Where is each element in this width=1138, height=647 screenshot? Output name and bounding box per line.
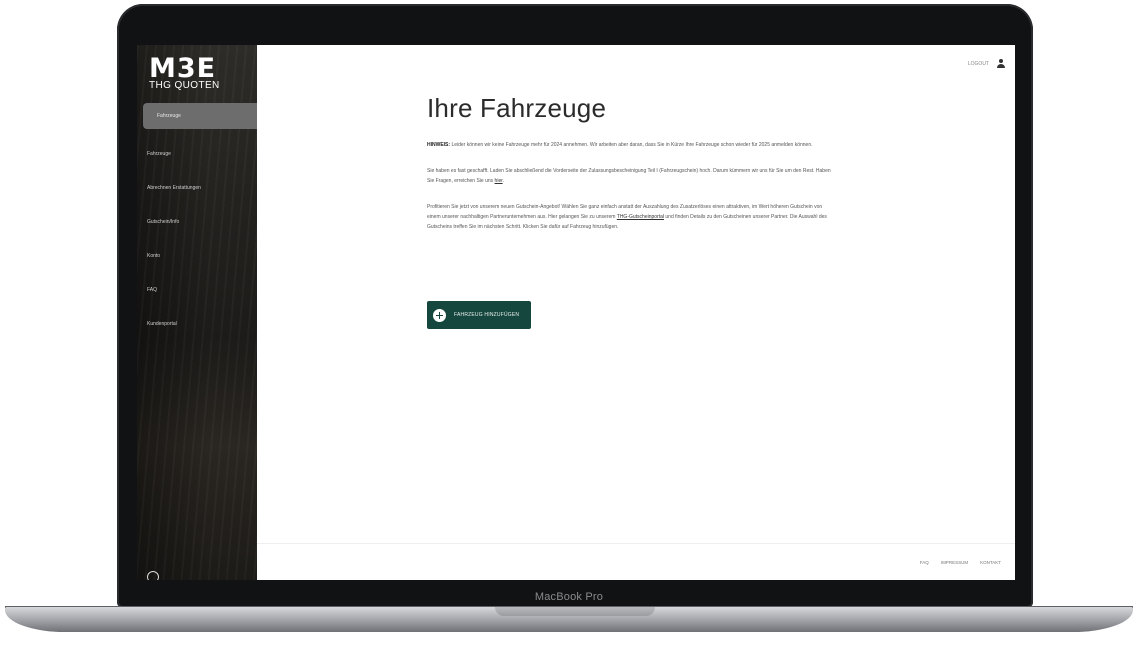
main-content: Ihre Fahrzeuge HINWEIS: Leider können wi… (427, 93, 837, 232)
upload-paragraph: Sie haben es fast geschafft. Laden Sie a… (427, 168, 831, 184)
logo-subtitle: THG QUOTEN (149, 80, 220, 91)
footer-link-kontakt[interactable]: KONTAKT (980, 560, 1001, 565)
device-label: MacBook Pro (534, 591, 604, 603)
brand-logo[interactable]: M3E THG QUOTEN (149, 55, 220, 91)
sidebar-item-erstattungen[interactable]: Abrechnen Erstattungen (137, 171, 257, 205)
add-vehicle-label: FAHRZEUG HINZUFÜGEN (454, 312, 520, 318)
footer-link-faq[interactable]: FAQ (920, 560, 929, 565)
footer: FAQ IMPRESSUM KONTAKT (920, 560, 1001, 565)
laptop-mockup: M3E THG QUOTEN Fahrzeuge Fahrzeuge Abrec… (0, 0, 1138, 647)
sidebar-nav: Fahrzeuge Fahrzeuge Abrechnen Erstattung… (137, 102, 257, 341)
footer-link-impressum[interactable]: IMPRESSUM (941, 560, 968, 565)
footer-divider (257, 543, 1015, 544)
notice-paragraph: HINWEIS: Leider können wir keine Fahrzeu… (427, 140, 837, 150)
notice-text: Leider können wir keine Fahrzeuge mehr f… (451, 142, 813, 148)
voucher-paragraph: Profitieren Sie jetzt von unserem neuen … (427, 202, 837, 232)
sidebar: M3E THG QUOTEN Fahrzeuge Fahrzeuge Abrec… (137, 45, 257, 580)
sidebar-item-konto[interactable]: Konto (137, 239, 257, 273)
notice-label: HINWEIS: (427, 142, 451, 148)
page-title: Ihre Fahrzeuge (427, 93, 607, 123)
sidebar-item-gutschein[interactable]: Gutschein/Info (137, 205, 257, 239)
sidebar-item-faq[interactable]: FAQ (137, 273, 257, 307)
sidebar-item-kundenportal[interactable]: Kundenportal (137, 307, 257, 341)
power-icon[interactable] (147, 571, 159, 580)
contact-link[interactable]: hier (495, 178, 503, 184)
laptop-notch (495, 607, 655, 616)
upload-text: Sie haben es fast geschafft. Laden Sie a… (427, 168, 831, 184)
app-screen: M3E THG QUOTEN Fahrzeuge Fahrzeuge Abrec… (137, 45, 1015, 580)
plus-circle-icon (433, 308, 446, 322)
topbar: LOGOUT (968, 59, 1005, 68)
sidebar-item-fahrzeuge-2[interactable]: Fahrzeuge (137, 137, 257, 171)
add-vehicle-button[interactable]: FAHRZEUG HINZUFÜGEN (427, 301, 531, 329)
sidebar-item-fahrzeuge[interactable]: Fahrzeuge (143, 103, 257, 129)
logout-link[interactable]: LOGOUT (968, 61, 989, 67)
logo-mark: M3E (149, 53, 217, 84)
user-icon[interactable] (997, 59, 1005, 68)
voucher-portal-link[interactable]: THG-Gutscheinportal (617, 214, 664, 220)
